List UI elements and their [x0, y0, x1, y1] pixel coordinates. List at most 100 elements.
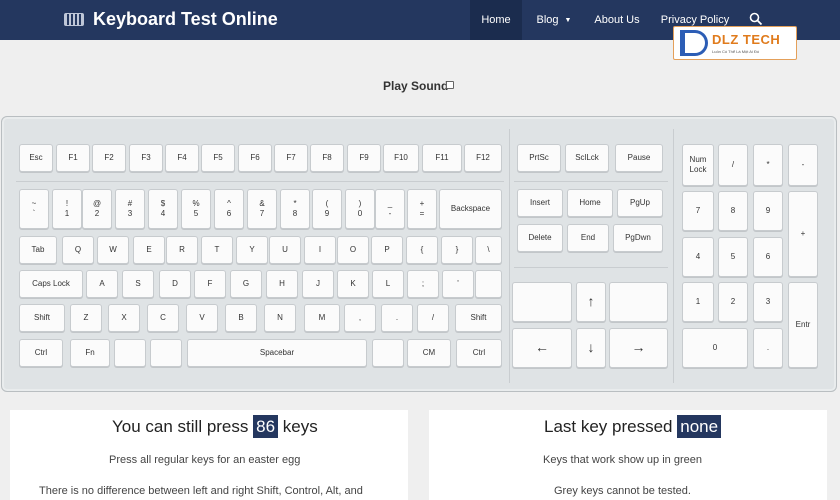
key-j[interactable]: J — [302, 270, 334, 298]
key-1[interactable]: ! 1 — [52, 189, 82, 229]
key-s[interactable]: S — [122, 270, 154, 298]
key-f7[interactable]: F7 — [274, 144, 308, 172]
key-f10[interactable]: F10 — [383, 144, 419, 172]
key-7[interactable]: & 7 — [247, 189, 277, 229]
key-1[interactable]: 1 — [682, 282, 714, 322]
key-symbol[interactable]: / — [718, 144, 748, 186]
key-f1[interactable]: F1 — [56, 144, 90, 172]
key-prtsc[interactable]: PrtSc — [517, 144, 561, 172]
key-pause[interactable]: Pause — [615, 144, 663, 172]
key-symbol[interactable]: + — [788, 191, 818, 277]
key-3[interactable]: 3 — [753, 282, 783, 322]
key-shift[interactable]: Shift — [19, 304, 65, 332]
key-symbol[interactable]: _ - — [375, 189, 405, 229]
key-symbol[interactable]: - — [788, 144, 818, 186]
key-symbol[interactable]: { — [406, 236, 438, 264]
key-o[interactable]: O — [337, 236, 369, 264]
key-2[interactable]: @2 — [82, 189, 112, 229]
key-blank[interactable] — [475, 270, 502, 298]
key-caps-lock[interactable]: Caps Lock — [19, 270, 83, 298]
key-blank[interactable] — [150, 339, 182, 367]
key-f2[interactable]: F2 — [92, 144, 126, 172]
key-entr[interactable]: Entr — [788, 282, 818, 368]
key-symbol[interactable]: ; — [407, 270, 439, 298]
nav-about-us[interactable]: About Us — [588, 0, 646, 40]
key-pgdwn[interactable]: PgDwn — [613, 224, 663, 252]
key-scllck[interactable]: SclLck — [565, 144, 609, 172]
key-symbol[interactable]: → — [609, 328, 668, 368]
key-q[interactable]: Q — [62, 236, 94, 264]
key-7[interactable]: 7 — [682, 191, 714, 231]
key-symbol[interactable]: \ — [475, 236, 502, 264]
nav-blog[interactable]: Blog ▼ — [526, 0, 582, 40]
key-n[interactable]: N — [264, 304, 296, 332]
key-m[interactable]: M — [304, 304, 340, 332]
key-6[interactable]: ^ 6 — [214, 189, 244, 229]
key-backspace[interactable]: Backspace — [439, 189, 502, 229]
key-symbol[interactable]: ~ ` — [19, 189, 49, 229]
key-spacebar[interactable]: Spacebar — [187, 339, 367, 367]
search-icon[interactable] — [749, 12, 763, 26]
play-sound-checkbox[interactable] — [446, 81, 454, 89]
key-5[interactable]: 5 — [718, 237, 748, 277]
key-symbol[interactable]: ↓ — [576, 328, 606, 368]
key-z[interactable]: Z — [70, 304, 102, 332]
key-x[interactable]: X — [108, 304, 140, 332]
key-8[interactable]: 8 — [718, 191, 748, 231]
key-symbol[interactable]: / — [417, 304, 449, 332]
key-w[interactable]: W — [97, 236, 129, 264]
key-esc[interactable]: Esc — [19, 144, 53, 172]
key-d[interactable]: D — [159, 270, 191, 298]
key-f11[interactable]: F11 — [422, 144, 462, 172]
key-f8[interactable]: F8 — [310, 144, 344, 172]
key-cm[interactable]: CM — [407, 339, 451, 367]
key-shift[interactable]: Shift — [455, 304, 502, 332]
key-f[interactable]: F — [194, 270, 226, 298]
key-p[interactable]: P — [371, 236, 403, 264]
key-4[interactable]: $4 — [148, 189, 178, 229]
key-0[interactable]: 0 — [682, 328, 748, 368]
key-pgup[interactable]: PgUp — [617, 189, 663, 217]
key-blank[interactable] — [512, 282, 572, 322]
key-delete[interactable]: Delete — [517, 224, 563, 252]
key-symbol[interactable]: + = — [407, 189, 437, 229]
key-blank[interactable] — [609, 282, 668, 322]
key-f6[interactable]: F6 — [238, 144, 272, 172]
key-c[interactable]: C — [147, 304, 179, 332]
key-insert[interactable]: Insert — [517, 189, 563, 217]
key-f5[interactable]: F5 — [201, 144, 235, 172]
key-num-lock[interactable]: Num Lock — [682, 144, 714, 186]
key-symbol[interactable]: . — [753, 328, 783, 368]
key-f3[interactable]: F3 — [129, 144, 163, 172]
key-b[interactable]: B — [225, 304, 257, 332]
key-tab[interactable]: Tab — [19, 236, 57, 264]
key-e[interactable]: E — [133, 236, 165, 264]
key-u[interactable]: U — [269, 236, 301, 264]
key-r[interactable]: R — [166, 236, 198, 264]
key-v[interactable]: V — [186, 304, 218, 332]
key-symbol[interactable]: ↑ — [576, 282, 606, 322]
key-8[interactable]: * 8 — [280, 189, 310, 229]
key-f12[interactable]: F12 — [464, 144, 502, 172]
key-f9[interactable]: F9 — [347, 144, 381, 172]
key-end[interactable]: End — [567, 224, 609, 252]
key-symbol[interactable]: ← — [512, 328, 572, 368]
site-title[interactable]: Keyboard Test Online — [93, 9, 278, 30]
key-symbol[interactable]: } — [441, 236, 473, 264]
key-y[interactable]: Y — [236, 236, 268, 264]
key-6[interactable]: 6 — [753, 237, 783, 277]
key-5[interactable]: % 5 — [181, 189, 211, 229]
key-2[interactable]: 2 — [718, 282, 748, 322]
key-i[interactable]: I — [304, 236, 336, 264]
key-4[interactable]: 4 — [682, 237, 714, 277]
key-symbol[interactable]: * — [753, 144, 783, 186]
key-blank[interactable] — [372, 339, 404, 367]
key-0[interactable]: ) 0 — [345, 189, 375, 229]
key-fn[interactable]: Fn — [70, 339, 110, 367]
key-9[interactable]: (9 — [312, 189, 342, 229]
key-g[interactable]: G — [230, 270, 262, 298]
nav-home[interactable]: Home — [470, 0, 522, 40]
key-k[interactable]: K — [337, 270, 369, 298]
key-a[interactable]: A — [86, 270, 118, 298]
key-t[interactable]: T — [201, 236, 233, 264]
